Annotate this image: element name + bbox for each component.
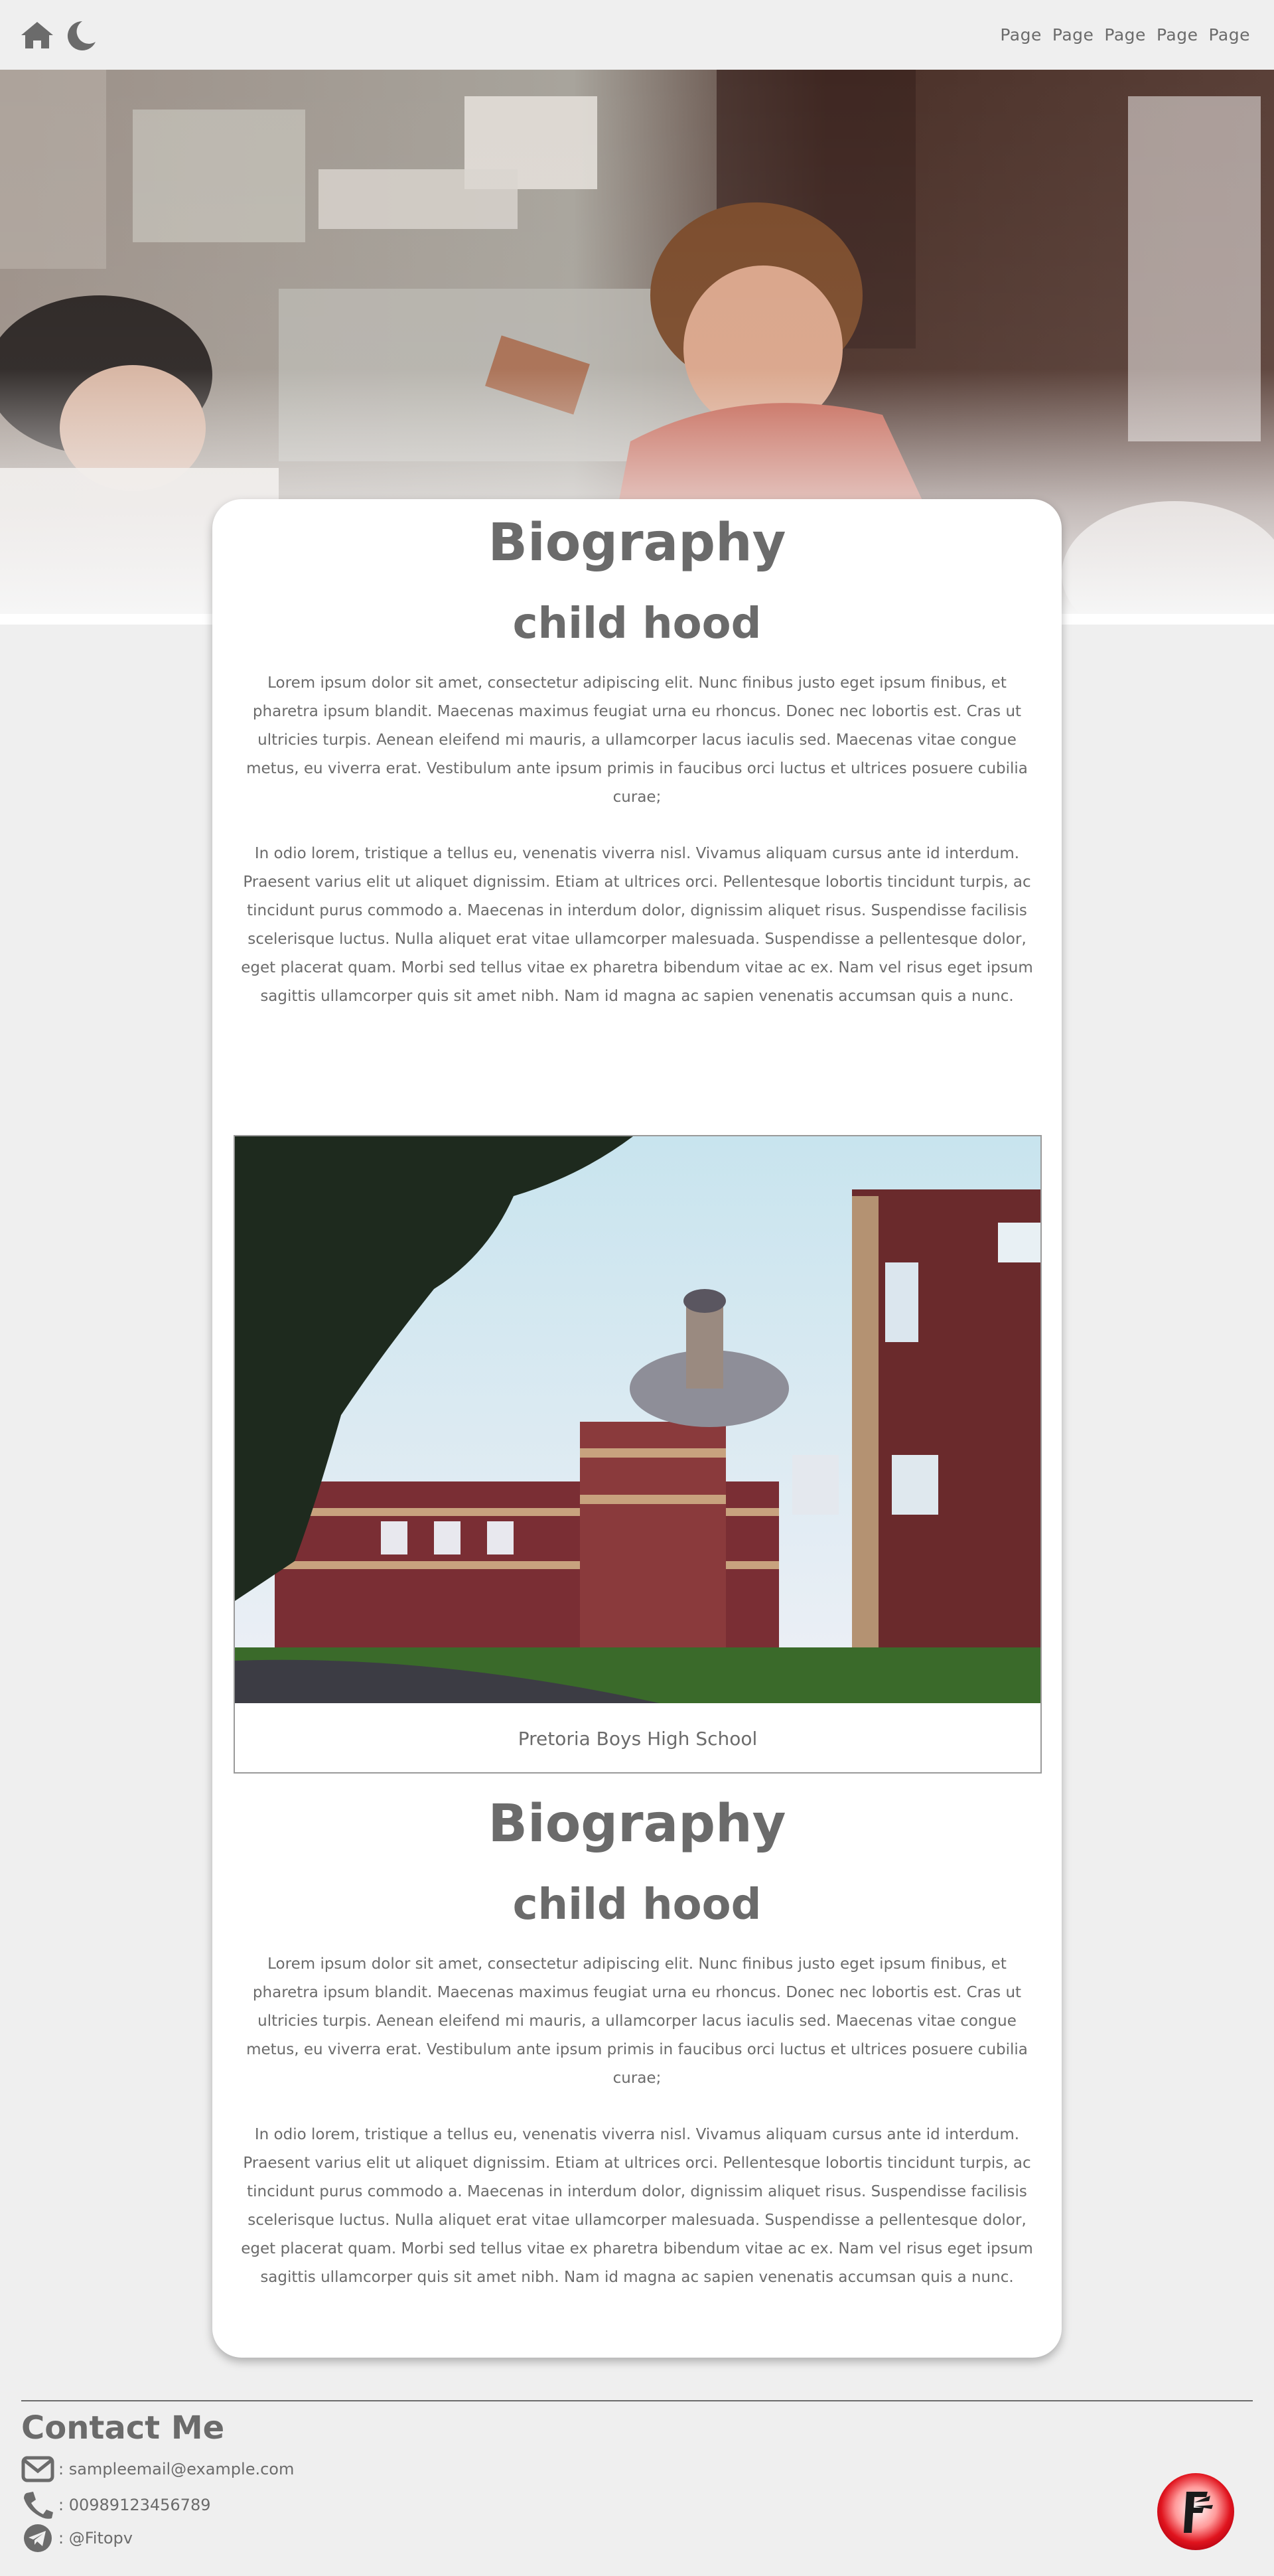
home-icon[interactable] <box>20 21 54 50</box>
paragraph: Lorem ipsum dolor sit amet, consectetur … <box>246 1955 1028 2087</box>
contact-email[interactable]: : sampleemail@example.com <box>21 2456 294 2482</box>
figure-caption: Pretoria Boys High School <box>518 1727 758 1750</box>
section-subtitle: child hood <box>512 1880 762 1930</box>
phone-icon <box>21 2490 54 2520</box>
site-logo <box>1156 2472 1236 2551</box>
email-text: : sampleemail@example.com <box>58 2460 295 2478</box>
footer-divider <box>21 2400 1253 2401</box>
contact-phone[interactable]: : 00989123456789 <box>21 2490 211 2520</box>
school-photo <box>235 1136 1040 1703</box>
section-title: Biography <box>488 513 786 573</box>
telegram-text: : @Fitopv <box>58 2529 133 2547</box>
paragraph: In odio lorem, tristique a tellus eu, ve… <box>241 2126 1033 2287</box>
top-navbar: Page Page Page Page Page <box>0 0 1274 70</box>
nav-link-page-2[interactable]: Page <box>1052 25 1094 44</box>
phone-text: : 00989123456789 <box>58 2496 211 2514</box>
biography-section-1: Biography child hood Lorem ipsum dolor s… <box>234 512 1040 1011</box>
contact-telegram[interactable]: : @Fitopv <box>21 2524 133 2553</box>
nav-link-page-4[interactable]: Page <box>1157 25 1198 44</box>
paragraph: Lorem ipsum dolor sit amet, consectetur … <box>246 674 1028 806</box>
moon-icon[interactable] <box>62 19 97 51</box>
paragraph: In odio lorem, tristique a tellus eu, ve… <box>241 845 1033 1006</box>
school-figure: Pretoria Boys High School <box>234 1135 1042 1774</box>
nav-link-page-3[interactable]: Page <box>1104 25 1146 44</box>
telegram-icon <box>21 2524 54 2553</box>
nav-link-page-5[interactable]: Page <box>1208 25 1250 44</box>
section-subtitle: child hood <box>512 599 762 648</box>
section-title: Biography <box>488 1794 786 1854</box>
nav-link-page-1[interactable]: Page <box>1000 25 1042 44</box>
content-card: Biography child hood Lorem ipsum dolor s… <box>212 499 1062 2358</box>
nav-links: Page Page Page Page Page <box>1000 25 1250 44</box>
nav-left <box>20 19 97 51</box>
envelope-icon <box>21 2456 54 2482</box>
biography-section-2: Biography child hood Lorem ipsum dolor s… <box>234 1793 1040 2292</box>
contact-title: Contact Me <box>21 2409 225 2447</box>
